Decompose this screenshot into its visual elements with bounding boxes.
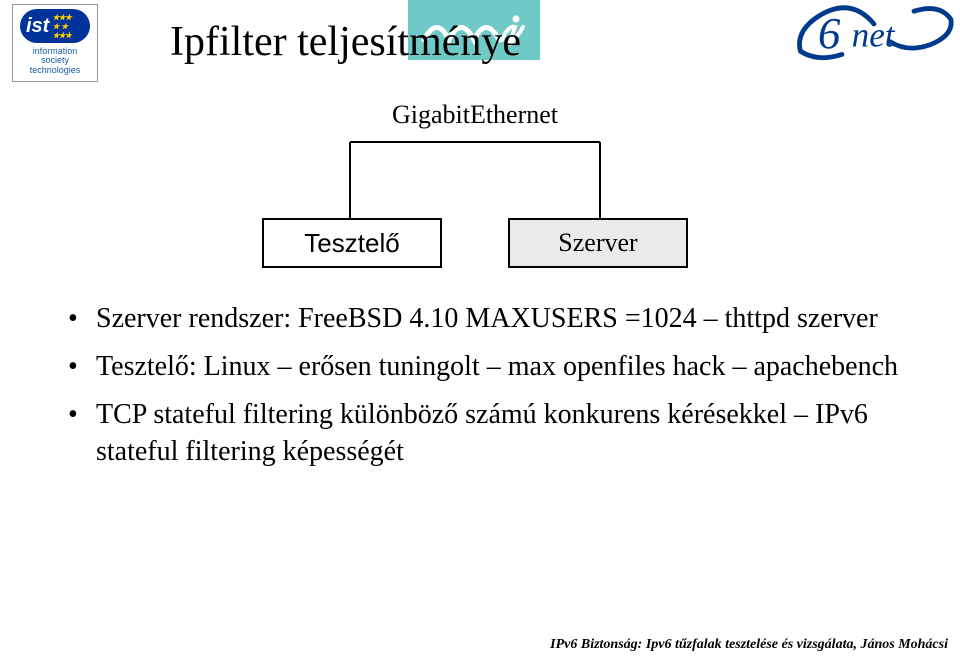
diagram-box-server: Szerver [508, 218, 688, 268]
diagram-link-label: GigabitEthernet [250, 100, 700, 130]
slide: ist ★★★★ ★★★★ information society techno… [0, 0, 960, 661]
list-item: Tesztelő: Linux – erősen tuningolt – max… [64, 348, 920, 386]
eu-stars-icon: ★★★★ ★★★★ [52, 13, 71, 40]
slide-title: Ipfilter teljesítménye [170, 18, 521, 66]
diagram-connector-icon [250, 136, 700, 220]
diagram-box-tester: Tesztelő [262, 218, 442, 268]
bullet-list: Szerver rendszer: FreeBSD 4.10 MAXUSERS … [64, 300, 920, 481]
sixnet-logo: 6 net [794, 0, 954, 64]
ist-logo-text: ist [26, 15, 49, 38]
diagram: GigabitEthernet Tesztelő Szerver [250, 100, 700, 280]
ist-logo-subtext: information society technologies [30, 47, 81, 75]
ist-logo-flag: ist ★★★★ ★★★★ [20, 9, 90, 43]
list-item: Szerver rendszer: FreeBSD 4.10 MAXUSERS … [64, 300, 920, 338]
sixnet-digit: 6 [818, 8, 841, 58]
list-item-text: Tesztelő: Linux – erősen tuningolt – max… [96, 351, 898, 382]
list-item-text: Szerver rendszer: FreeBSD 4.10 MAXUSERS … [96, 303, 878, 334]
list-item: TCP stateful filtering különböző számú k… [64, 396, 920, 472]
footer-text: IPv6 Biztonság: Ipv6 tűzfalak tesztelése… [550, 637, 948, 653]
sixnet-logo-icon: 6 net [794, 0, 954, 64]
sixnet-text: net [852, 15, 896, 54]
list-item-text: TCP stateful filtering különböző számú k… [96, 399, 868, 468]
ist-logo: ist ★★★★ ★★★★ information society techno… [12, 4, 98, 82]
